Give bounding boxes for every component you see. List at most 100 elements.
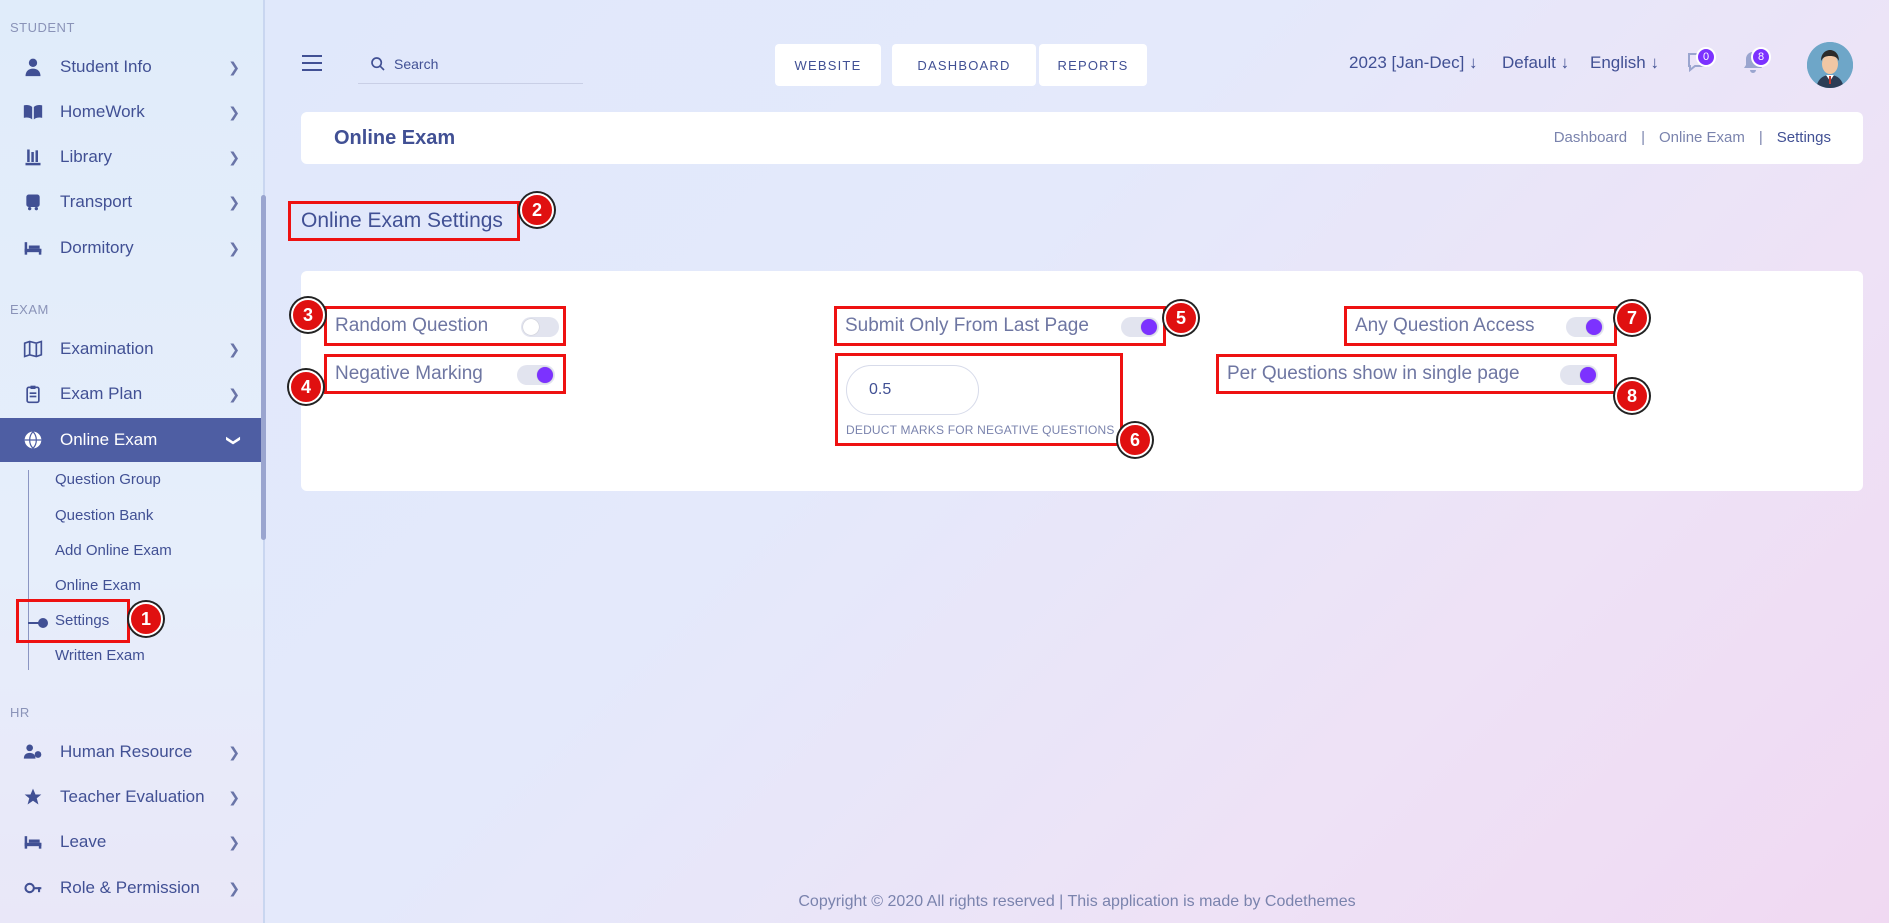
subnav-item-question-bank[interactable]: Question Bank	[55, 507, 153, 524]
random-question-setting: Random Question	[324, 306, 566, 346]
sidebar-item-online-exam[interactable]: Online Exam ❯	[0, 418, 262, 462]
submit-last-page-toggle[interactable]	[1121, 317, 1159, 337]
language-value: English	[1590, 53, 1646, 72]
library-icon	[22, 146, 44, 168]
marker-6: 6	[1118, 423, 1152, 457]
subnav-item-question-group[interactable]: Question Group	[55, 471, 161, 488]
sidebar-item-label: Examination	[60, 339, 154, 358]
map-icon	[22, 338, 44, 360]
deduct-marks-field: DEDUCT MARKS FOR NEGATIVE QUESTIONS	[835, 353, 1123, 446]
subnav-item-written-exam[interactable]: Written Exam	[55, 647, 145, 664]
negative-marking-setting: Negative Marking	[324, 354, 566, 394]
sidebar-item-transport[interactable]: Transport ❯	[0, 180, 262, 224]
arrow-down-icon: ↓	[1560, 53, 1570, 72]
bus-icon	[22, 191, 44, 213]
footer-copyright: Copyright © 2020 All rights reserved | T…	[798, 893, 1356, 910]
globe-icon	[22, 429, 44, 451]
per-questions-single-page-toggle[interactable]	[1560, 365, 1598, 385]
chevron-right-icon: ❯	[228, 788, 240, 805]
bed-icon	[22, 831, 44, 853]
any-question-access-label: Any Question Access	[1355, 315, 1535, 336]
avatar[interactable]	[1807, 42, 1853, 88]
sidebar-item-label: Role & Permission	[60, 878, 200, 897]
breadcrumb-online-exam[interactable]: Online Exam	[1659, 129, 1745, 146]
sidebar-item-dormitory[interactable]: Dormitory ❯	[0, 226, 262, 270]
deduct-marks-input[interactable]	[846, 365, 979, 415]
chevron-right-icon: ❯	[228, 743, 240, 760]
per-questions-single-page-setting: Per Questions show in single page	[1216, 354, 1617, 394]
section-label-hr: HR	[10, 705, 30, 720]
sidebar-item-label: Student Info	[60, 57, 152, 76]
website-button[interactable]: WEBSITE	[775, 44, 881, 86]
menu-toggle-icon[interactable]	[302, 55, 322, 71]
sidebar-item-label: Library	[60, 147, 112, 166]
theme-select[interactable]: Default ↓	[1502, 53, 1569, 73]
sidebar-item-label: Leave	[60, 832, 107, 851]
chevron-right-icon: ❯	[228, 58, 240, 75]
sidebar-item-student-info[interactable]: Student Info ❯	[0, 45, 262, 89]
search-box	[358, 44, 583, 84]
section-label-student: STUDENT	[10, 20, 75, 35]
sidebar-scrollbar[interactable]	[261, 195, 266, 540]
chevron-right-icon: ❯	[228, 239, 240, 256]
sidebar-item-teacher-evaluation[interactable]: Teacher Evaluation ❯	[0, 775, 262, 819]
arrow-down-icon: ↓	[1650, 53, 1660, 72]
subnav-item-add-online-exam[interactable]: Add Online Exam	[55, 542, 172, 559]
search-icon	[371, 56, 385, 71]
breadcrumb: Dashboard | Online Exam | Settings	[1554, 129, 1831, 146]
users-cog-icon	[22, 741, 44, 763]
chevron-right-icon: ❯	[228, 833, 240, 850]
random-question-label: Random Question	[335, 315, 489, 336]
session-select[interactable]: 2023 [Jan-Dec] ↓	[1349, 53, 1478, 73]
user-avatar-icon	[1807, 42, 1853, 88]
chevron-right-icon: ❯	[228, 385, 240, 402]
sidebar-item-exam-plan[interactable]: Exam Plan ❯	[0, 372, 262, 416]
marker-3: 3	[291, 298, 325, 332]
marker-4: 4	[289, 370, 323, 404]
sidebar-item-label: Exam Plan	[60, 384, 143, 403]
sidebar-item-library[interactable]: Library ❯	[0, 135, 262, 179]
breadcrumb-separator: |	[1758, 129, 1763, 146]
star-icon	[22, 786, 44, 808]
chevron-down-icon: ❯	[226, 434, 243, 446]
arrow-down-icon: ↓	[1469, 53, 1478, 72]
highlight-box-settings	[16, 599, 130, 643]
chevron-right-icon: ❯	[228, 340, 240, 357]
submit-last-page-setting: Submit Only From Last Page	[834, 306, 1166, 346]
session-value: 2023 [Jan-Dec]	[1349, 53, 1465, 72]
sidebar-item-label: Human Resource	[60, 742, 193, 761]
random-question-toggle[interactable]	[521, 317, 559, 337]
language-select[interactable]: English ↓	[1590, 53, 1659, 73]
breadcrumb-dashboard[interactable]: Dashboard	[1554, 129, 1627, 146]
sidebar-item-label: Dormitory	[60, 238, 134, 257]
search-input[interactable]	[394, 55, 564, 72]
sidebar-item-homework[interactable]: HomeWork ❯	[0, 90, 262, 134]
negative-marking-toggle[interactable]	[517, 365, 555, 385]
sidebar-item-human-resource[interactable]: Human Resource ❯	[0, 730, 262, 774]
per-questions-single-page-label: Per Questions show in single page	[1227, 363, 1520, 384]
section-label-exam: EXAM	[10, 302, 49, 317]
marker-5: 5	[1164, 301, 1198, 335]
sidebar: STUDENT Student Info ❯ HomeWork ❯ Librar…	[0, 0, 265, 923]
subnav-item-online-exam[interactable]: Online Exam	[55, 577, 141, 594]
sidebar-item-examination[interactable]: Examination ❯	[0, 327, 262, 371]
sidebar-item-label: Online Exam	[60, 430, 158, 449]
theme-value: Default	[1502, 53, 1556, 72]
sidebar-item-label: Transport	[60, 192, 133, 211]
reports-button[interactable]: REPORTS	[1039, 44, 1147, 86]
settings-section-title: Online Exam Settings	[288, 201, 520, 241]
any-question-access-toggle[interactable]	[1566, 317, 1604, 337]
marker-2: 2	[520, 193, 554, 227]
breadcrumb-settings: Settings	[1776, 129, 1831, 146]
marker-8: 8	[1615, 379, 1649, 413]
dashboard-button[interactable]: DASHBOARD	[892, 44, 1036, 86]
submit-last-page-label: Submit Only From Last Page	[845, 315, 1089, 336]
clipboard-icon	[22, 383, 44, 405]
chevron-right-icon: ❯	[228, 879, 240, 896]
notifications-badge: 8	[1751, 47, 1771, 67]
bed-icon	[22, 237, 44, 259]
negative-marking-label: Negative Marking	[335, 363, 483, 384]
sidebar-item-role-permission[interactable]: Role & Permission ❯	[0, 866, 262, 910]
sidebar-item-leave[interactable]: Leave ❯	[0, 820, 262, 864]
key-icon	[22, 877, 44, 899]
